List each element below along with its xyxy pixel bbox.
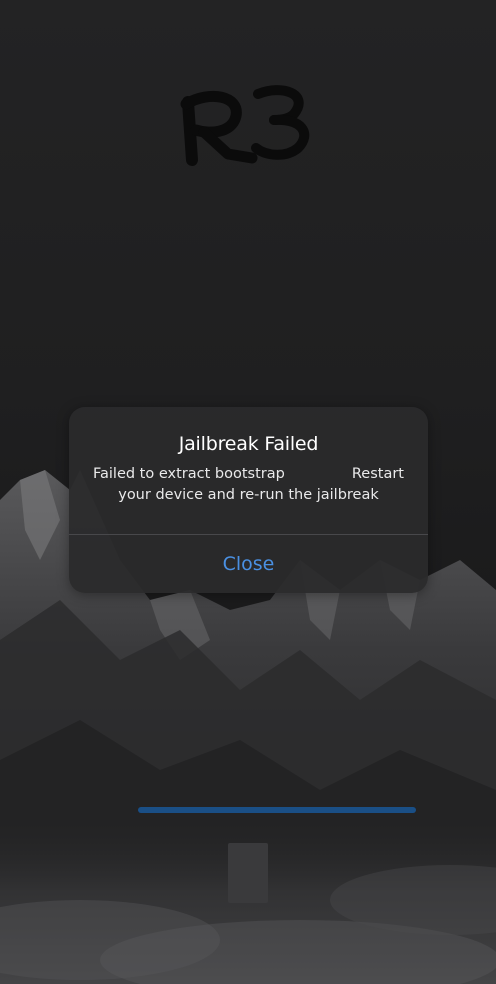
screen: R3 Jailbreak Failed Failed to extract bo…: [0, 0, 496, 984]
progress-bar: [138, 807, 416, 813]
error-dialog: Jailbreak Failed Failed to extract boots…: [69, 407, 428, 593]
jailbreak-button[interactable]: [228, 843, 268, 903]
dialog-message-part2: Restart: [351, 466, 404, 482]
dialog-message-part1: Failed to extract bootstrap: [93, 466, 285, 482]
dialog-message-line2: your device and re-run the jailbreak: [118, 487, 379, 503]
r3-logo: R3: [180, 85, 310, 166]
dialog-title: Jailbreak Failed: [178, 433, 319, 455]
dialog-message-line1: Failed to extract bootstrap Restart: [93, 466, 404, 486]
close-button[interactable]: Close: [69, 535, 428, 593]
progress-fill: [138, 807, 416, 813]
